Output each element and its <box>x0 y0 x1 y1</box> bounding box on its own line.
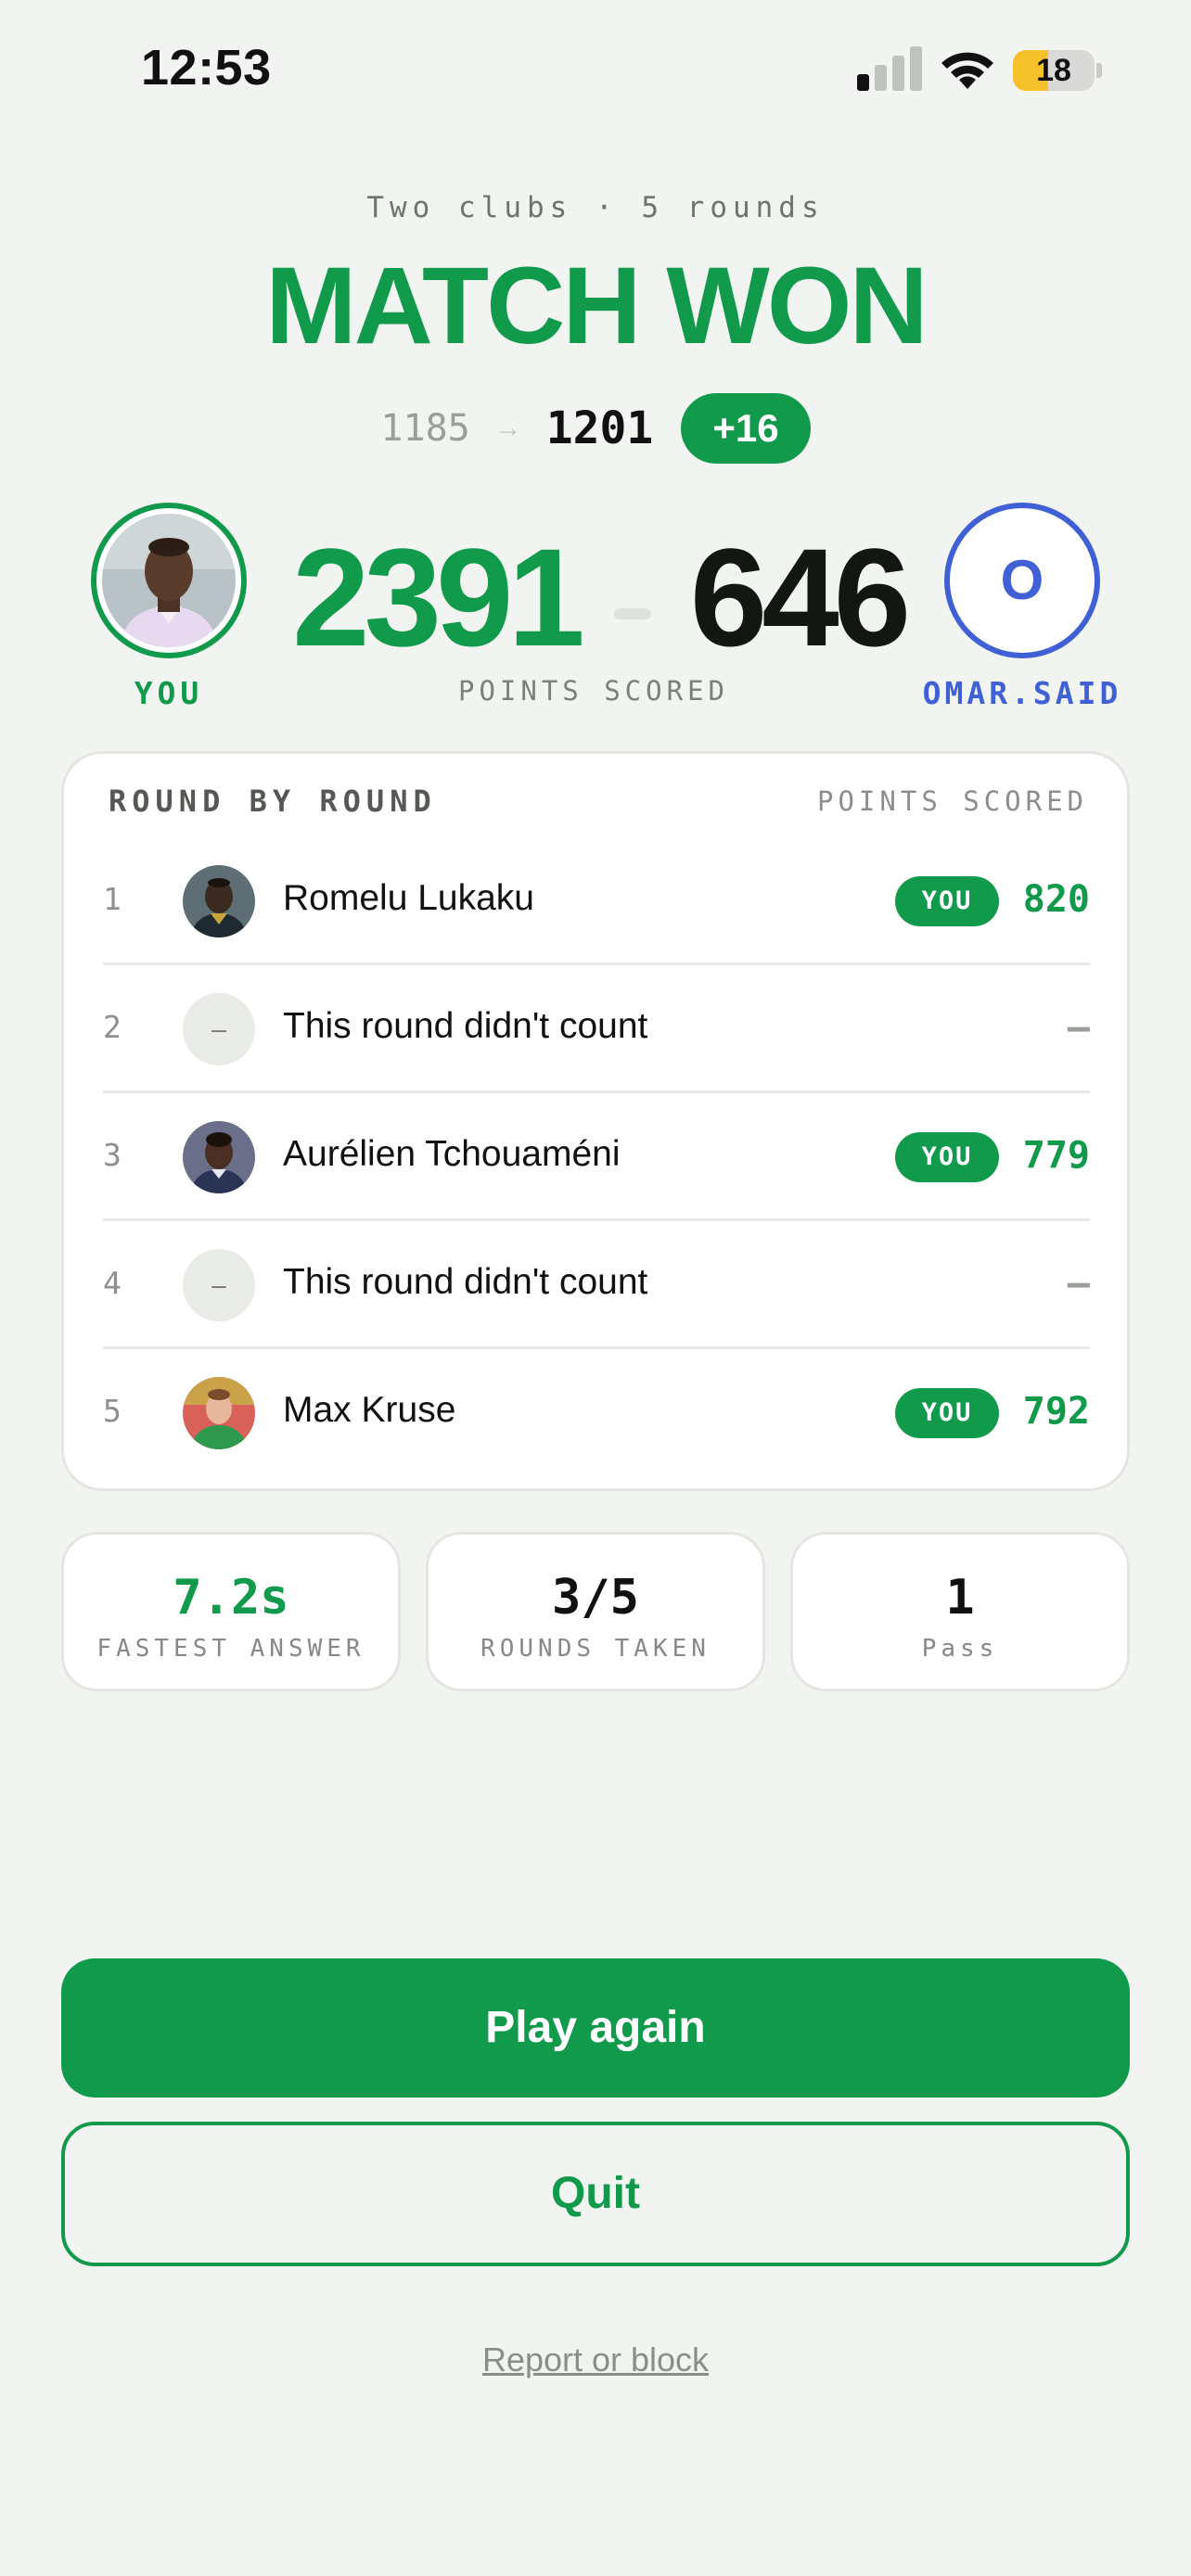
player-photo-icon <box>102 514 236 647</box>
rating-new: 1201 <box>545 402 654 454</box>
stat-value: 3/5 <box>552 1570 639 1626</box>
round-player-name: Romelu Lukaku <box>283 878 534 918</box>
rounds-title: ROUND BY ROUND <box>109 784 437 819</box>
round-winner-badge: YOU <box>895 876 999 926</box>
battery-icon: 18 <box>1013 50 1095 91</box>
round-row[interactable]: 5 Max Kruse YOU 792 <box>103 1349 1090 1477</box>
match-result-title: MATCH WON <box>265 245 928 367</box>
empty-avatar-placeholder: – <box>183 993 255 1065</box>
match-stats: 7.2s FASTEST ANSWER 3/5 ROUNDS TAKEN 1 P… <box>61 1532 1130 1691</box>
round-player-name: This round didn't count <box>283 1006 648 1046</box>
round-player-name: This round didn't count <box>283 1262 648 1302</box>
arrow-right-icon: → <box>493 413 522 443</box>
empty-avatar-placeholder: – <box>183 1249 255 1321</box>
round-score: – <box>1067 1006 1090 1049</box>
rating-change: 1185 → 1201 +16 <box>0 393 1191 464</box>
round-score: – <box>1067 1262 1090 1305</box>
player-label: YOU <box>134 675 204 711</box>
stat-passes: 1 Pass <box>790 1532 1130 1691</box>
round-number: 3 <box>103 1137 122 1173</box>
round-number: 2 <box>103 1009 122 1045</box>
stat-value: 7.2s <box>173 1570 289 1626</box>
player-score: 2391 <box>292 519 585 675</box>
stat-label: ROUNDS TAKEN <box>480 1635 711 1663</box>
player-avatar[interactable] <box>91 503 247 658</box>
battery-tip <box>1096 63 1102 78</box>
opponent-name[interactable]: OMAR.SAID <box>900 675 1145 711</box>
player-photo-icon <box>183 1377 255 1449</box>
stat-fastest-answer: 7.2s FASTEST ANSWER <box>61 1532 401 1691</box>
round-by-round-card: ROUND BY ROUND POINTS SCORED 1 Romelu Lu… <box>61 751 1130 1491</box>
rounds-column-label: POINTS SCORED <box>817 785 1088 817</box>
player-photo-icon <box>183 865 255 937</box>
status-bar: 12:53 18 <box>0 0 1191 139</box>
score-caption: POINTS SCORED <box>458 675 729 707</box>
rating-delta-badge: +16 <box>681 393 811 464</box>
round-winner-badge: YOU <box>895 1132 999 1182</box>
round-list: 1 Romelu Lukaku YOU 820 2 – This round d… <box>103 837 1090 1477</box>
round-number: 5 <box>103 1393 122 1429</box>
round-number: 1 <box>103 881 122 917</box>
round-row[interactable]: 2 – This round didn't count – <box>103 965 1090 1093</box>
stat-label: Pass <box>921 1635 999 1663</box>
round-winner-badge: YOU <box>895 1388 999 1438</box>
rating-old: 1185 <box>380 407 470 450</box>
round-player-name: Aurélien Tchouaméni <box>283 1134 621 1174</box>
match-subtitle: Two clubs · 5 rounds <box>366 191 825 224</box>
rounds-header: ROUND BY ROUND POINTS SCORED <box>109 784 1088 832</box>
quit-button[interactable]: Quit <box>61 2122 1130 2266</box>
round-player-name: Max Kruse <box>283 1390 456 1430</box>
stat-rounds-taken: 3/5 ROUNDS TAKEN <box>426 1532 765 1691</box>
match-result-screen: 12:53 18 Two clubs · 5 rounds MATCH WON … <box>0 0 1191 2576</box>
stat-value: 1 <box>945 1570 975 1626</box>
round-number: 4 <box>103 1265 122 1301</box>
player-photo-icon <box>183 1121 255 1193</box>
battery-level: 18 <box>1036 53 1071 88</box>
opponent-avatar[interactable]: O <box>944 503 1100 658</box>
report-or-block-link[interactable]: Report or block <box>0 2340 1191 2379</box>
round-row[interactable]: 3 Aurélien Tchouaméni YOU 779 <box>103 1093 1090 1221</box>
round-row[interactable]: 1 Romelu Lukaku YOU 820 <box>103 837 1090 965</box>
score-separator <box>614 608 651 619</box>
stat-label: FASTEST ANSWER <box>96 1635 365 1663</box>
round-score: 779 <box>1022 1134 1090 1177</box>
round-row[interactable]: 4 – This round didn't count – <box>103 1221 1090 1349</box>
wifi-icon <box>941 52 993 89</box>
round-score: 792 <box>1022 1390 1090 1433</box>
play-again-button[interactable]: Play again <box>61 1958 1130 2098</box>
opponent-score: 646 <box>689 519 911 675</box>
round-score: 820 <box>1022 878 1090 921</box>
status-time: 12:53 <box>141 40 272 96</box>
cellular-signal-icon <box>857 46 922 91</box>
